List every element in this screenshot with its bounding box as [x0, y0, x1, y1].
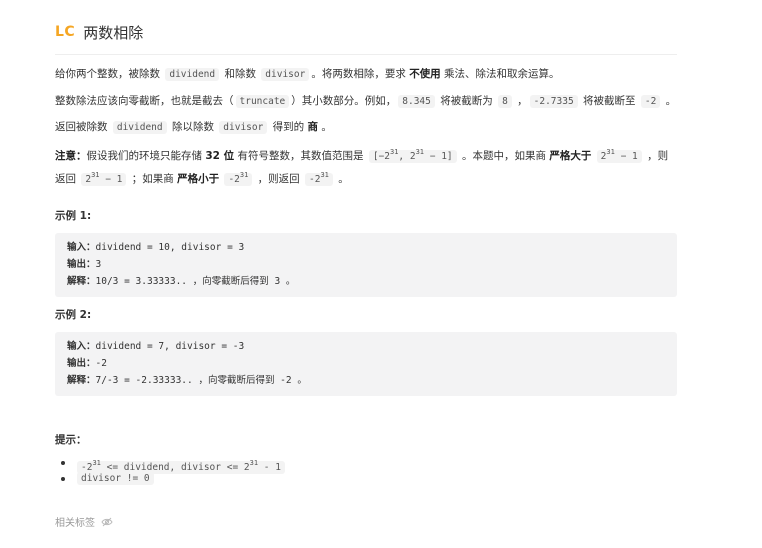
- text: 乘法、除法和取余运算。: [440, 68, 560, 80]
- exponent: 31: [92, 459, 101, 467]
- exponent: 31: [320, 171, 329, 179]
- input-value: dividend = 10, divisor = 3: [95, 242, 245, 253]
- text: [−2: [372, 151, 390, 162]
- description-note: 注意：假设我们的环境只能存储 32 位 有符号整数，其数值范围是 [−231, …: [55, 143, 677, 189]
- code-range: [−231, 231 − 1]: [368, 148, 457, 163]
- note-label: 注意：: [55, 150, 87, 162]
- code-constraint: divisor != 0: [77, 472, 154, 485]
- header-divider: [55, 54, 677, 55]
- text: 整数除法应该向零截断，也就是截去（: [55, 95, 234, 107]
- bullet: [61, 461, 65, 465]
- example-2-output: 输出：-2: [67, 356, 107, 371]
- exponent: 31: [91, 171, 100, 179]
- text: 将被截断为: [436, 95, 497, 107]
- example-1-box: 输入：dividend = 10, divisor = 3 输出：3 解释：10…: [55, 233, 677, 297]
- related-tags-label: 相关标签: [55, 518, 95, 529]
- description-p2: 整数除法应该向零截断，也就是截去（ truncate ）其小数部分。例如， 8.345…: [55, 92, 677, 111]
- text: 。: [334, 173, 349, 185]
- text: 除以除数: [168, 121, 218, 133]
- text: 有符号整数，其数值范围是: [234, 150, 367, 162]
- code-value: 8: [498, 95, 512, 108]
- code-min: -231: [224, 171, 253, 186]
- code-value: 8.345: [398, 95, 435, 108]
- input-label: 输入：: [67, 341, 96, 352]
- example-1-input: 输入：dividend = 10, divisor = 3: [67, 240, 244, 255]
- text: − 1: [614, 151, 638, 162]
- problem-header: LC 两数相除: [55, 20, 143, 44]
- text: 和除数: [221, 68, 260, 80]
- emphasis: 32 位: [205, 150, 235, 162]
- text: ，: [513, 95, 528, 107]
- text: -2: [228, 174, 240, 185]
- lc-logo: LC: [55, 24, 76, 40]
- emphasis: 不使用: [409, 68, 441, 80]
- related-tags-toggle[interactable]: 相关标签: [55, 514, 113, 529]
- code-return-min: -231: [305, 171, 333, 186]
- example-2-title: 示例 2:: [55, 309, 92, 321]
- description-p1: 给你两个整数，被除数 dividend 和除数 divisor 。将两数相除，要求…: [55, 65, 677, 84]
- emphasis: 严格小于: [177, 173, 220, 185]
- example-1-output: 输出：3: [67, 257, 101, 272]
- explain-value: 7/-3 = -2.33333.. ，向零截断后得到 -2 。: [95, 375, 307, 386]
- text: 假设我们的环境只能存储: [86, 150, 206, 162]
- description-p3: 返回被除数 dividend 除以除数 divisor 得到的 商 。: [55, 118, 677, 137]
- bullet: [61, 477, 65, 481]
- explain-value: 10/3 = 3.33333.. ，向零截断后得到 3 。: [95, 276, 296, 287]
- text: 。将两数相除，要求: [311, 68, 410, 80]
- text: 给你两个整数，被除数: [55, 68, 164, 80]
- output-value: 3: [95, 259, 102, 270]
- emphasis: 严格大于: [549, 150, 592, 162]
- exponent: 31: [249, 459, 259, 467]
- example-2-explain: 解释：7/-3 = -2.33333.. ，向零截断后得到 -2 。: [67, 373, 307, 388]
- explain-label: 解释：: [67, 375, 96, 386]
- exponent: 31: [239, 171, 249, 179]
- text: 将被截断至: [579, 95, 639, 107]
- code-value: -2.7335: [529, 95, 578, 108]
- output-label: 输出：: [67, 358, 96, 369]
- code-value: -2: [640, 95, 661, 108]
- example-1-title: 示例 1:: [55, 210, 92, 222]
- text: 返回被除数: [55, 121, 111, 133]
- text: 。本题中，如果商: [458, 150, 550, 162]
- example-1-explain: 解释：10/3 = 3.33333.. ，向零截断后得到 3 。: [67, 274, 295, 289]
- exponent: 31: [606, 148, 615, 156]
- code-divisor: divisor: [261, 68, 310, 81]
- example-2-box: 输入：dividend = 7, divisor = -3 输出：-2 解释：7…: [55, 332, 677, 396]
- exponent: 31: [415, 148, 425, 156]
- text: 。: [318, 121, 332, 133]
- explain-label: 解释：: [67, 276, 96, 287]
- code-dividend: dividend: [112, 121, 167, 134]
- text: ）其小数部分。例如，: [291, 95, 397, 107]
- code-max: 231 − 1: [596, 148, 642, 163]
- text: − 1: [99, 174, 123, 185]
- emphasis: 商: [307, 121, 319, 133]
- eye-off-icon: [101, 517, 113, 526]
- output-value: -2: [95, 358, 107, 369]
- example-2-input: 输入：dividend = 7, divisor = -3: [67, 339, 244, 354]
- hints-title: 提示：: [55, 434, 87, 446]
- text: [591, 150, 594, 162]
- problem-title: 两数相除: [83, 23, 144, 42]
- output-label: 输出：: [67, 259, 96, 270]
- code-truncate: truncate: [235, 95, 290, 108]
- code-return-max: 231 − 1: [81, 171, 127, 186]
- text: 得到的: [269, 121, 308, 133]
- input-value: dividend = 7, divisor = -3: [95, 341, 245, 352]
- text: , 2: [398, 151, 416, 162]
- code-divisor: divisor: [219, 121, 268, 134]
- text: ；如果商: [128, 173, 178, 185]
- text: − 1]: [424, 151, 453, 162]
- text: [219, 173, 222, 185]
- hint-item: divisor != 0: [61, 471, 156, 487]
- text: 。: [662, 95, 677, 107]
- text: ，则返回: [254, 173, 304, 185]
- text: - 1: [258, 462, 281, 473]
- text: -2: [309, 174, 321, 185]
- input-label: 输入：: [67, 242, 96, 253]
- code-dividend: dividend: [165, 68, 220, 81]
